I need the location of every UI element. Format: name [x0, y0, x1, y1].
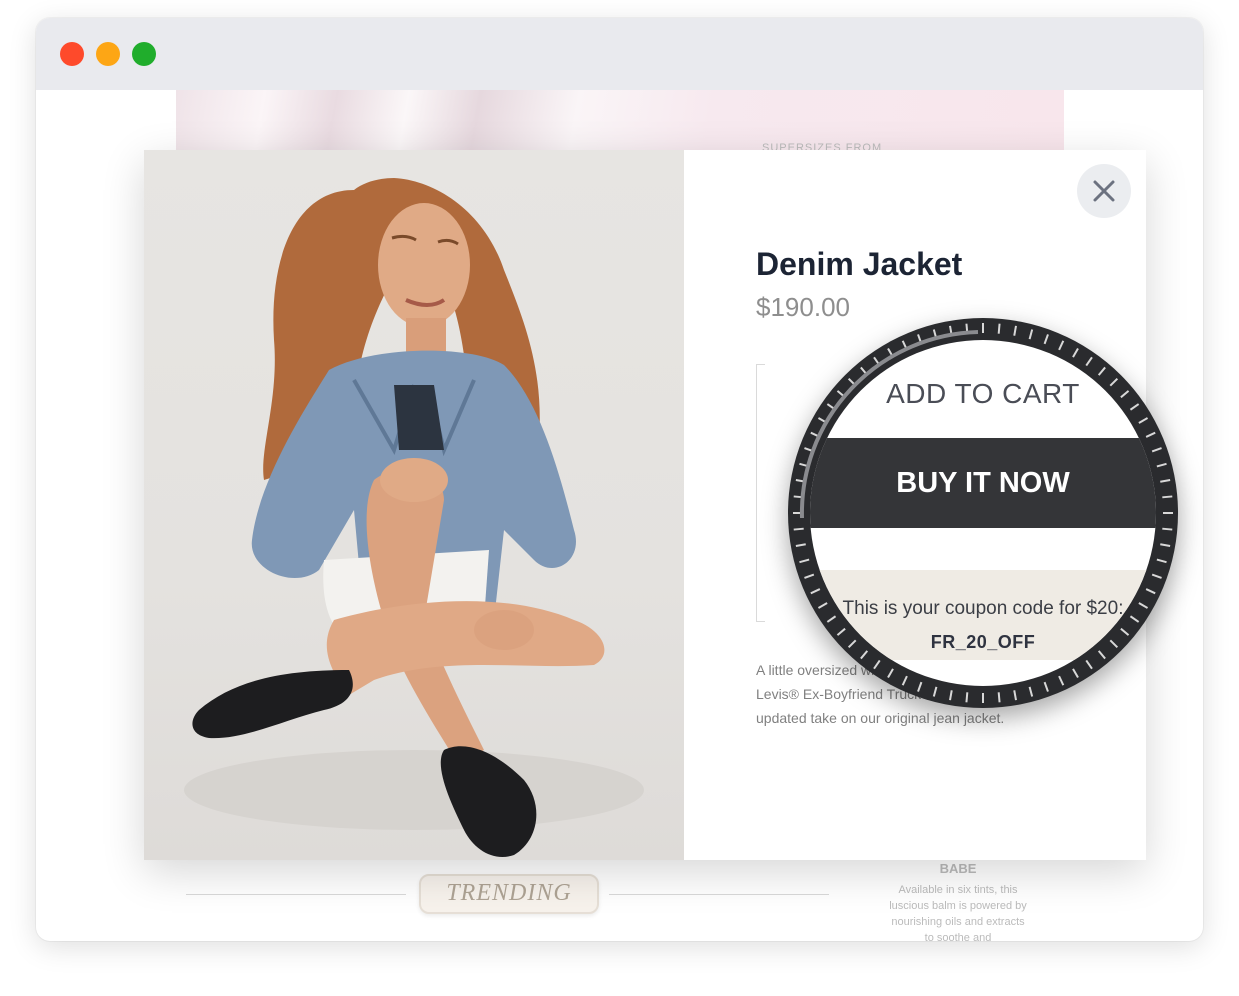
- close-icon: [1093, 180, 1115, 202]
- window-close-button[interactable]: [60, 42, 84, 66]
- background-product-description: Available in six tints, this luscious ba…: [889, 884, 1027, 941]
- magnified-content: ADD TO CART BUY IT NOW This is your coup…: [810, 340, 1156, 686]
- window-maximize-button[interactable]: [132, 42, 156, 66]
- buy-it-now-button[interactable]: BUY IT NOW: [810, 438, 1156, 528]
- browser-window: SUPERSIZES FROM TRENDING BABE Available …: [36, 18, 1203, 941]
- coupon-text: This is your coupon code for $20:: [842, 598, 1124, 619]
- background-product-title: BABE: [939, 861, 977, 876]
- close-modal-button[interactable]: [1077, 164, 1131, 218]
- quantity-box-edge: [756, 364, 765, 622]
- coupon-banner: This is your coupon code for $20: FR_20_…: [810, 570, 1156, 660]
- trending-divider-left: [186, 894, 406, 895]
- magnifier-lens-overlay: ADD TO CART BUY IT NOW This is your coup…: [788, 318, 1178, 708]
- background-banner: [176, 90, 1064, 150]
- trending-divider-right: [609, 894, 829, 895]
- window-titlebar: [36, 18, 1203, 90]
- product-image: [144, 150, 684, 860]
- add-to-cart-button[interactable]: ADD TO CART: [810, 378, 1156, 410]
- coupon-code[interactable]: FR_20_OFF: [810, 632, 1156, 653]
- model-illustration: [184, 178, 644, 858]
- trending-badge[interactable]: TRENDING: [419, 874, 599, 914]
- window-minimize-button[interactable]: [96, 42, 120, 66]
- product-title: Denim Jacket: [756, 246, 963, 282]
- background-product-card[interactable]: BABE Available in six tints, this luscio…: [888, 861, 1028, 941]
